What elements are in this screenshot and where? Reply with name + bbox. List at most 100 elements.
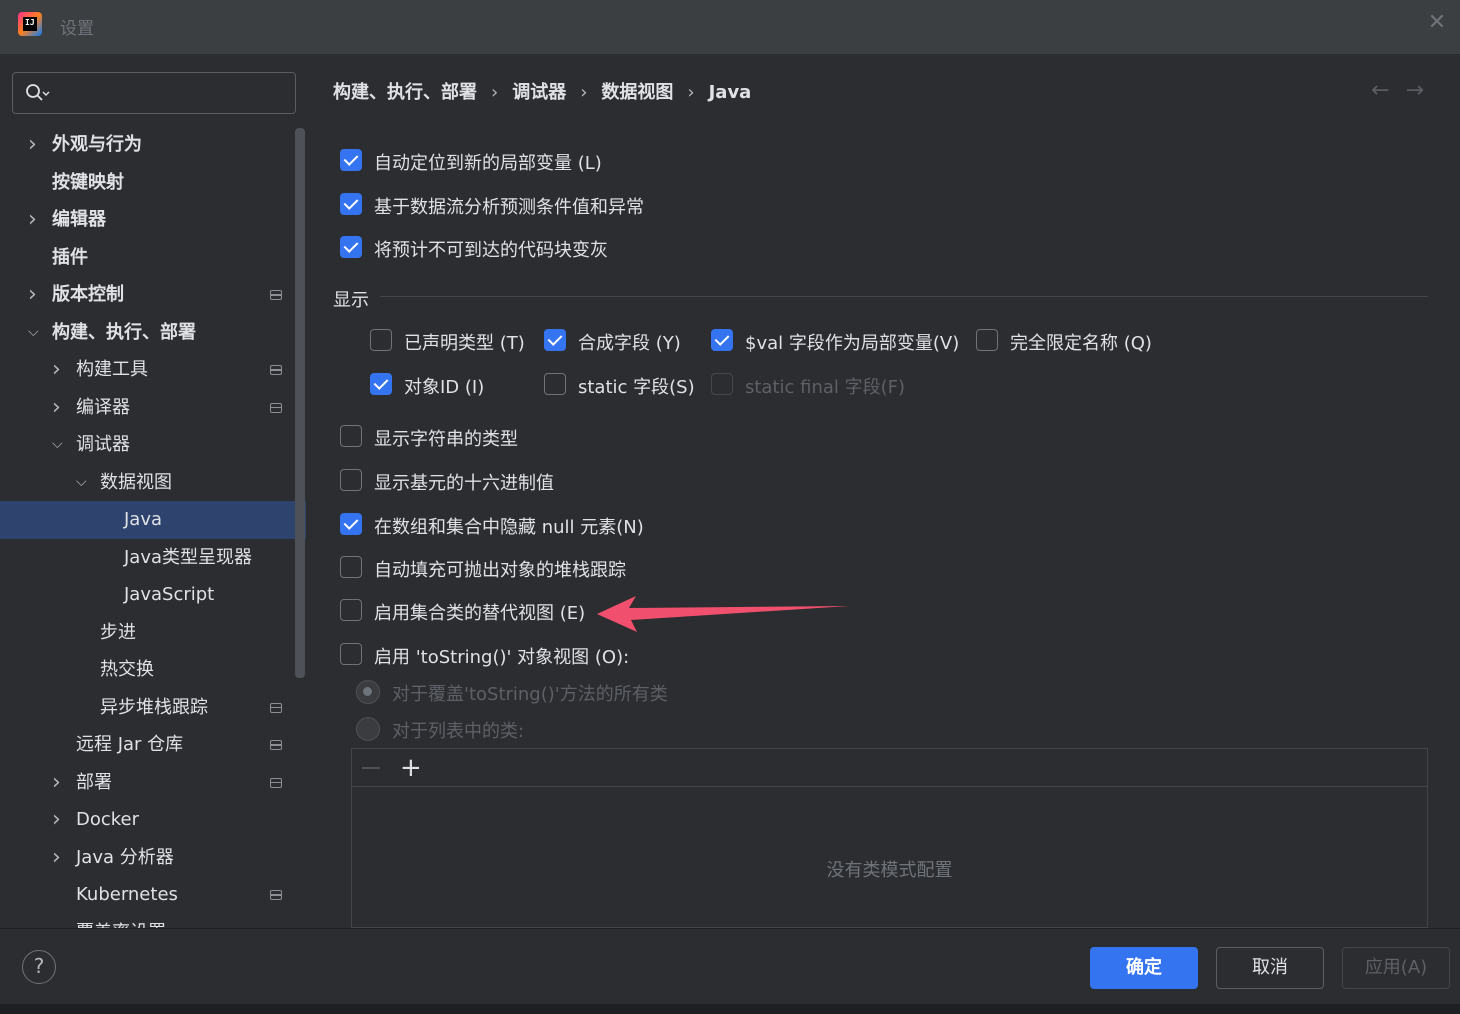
sidebar-item[interactable]: › 部署: [0, 764, 306, 802]
sidebar-item[interactable]: 异步堆栈跟踪: [0, 689, 306, 727]
settings-tree: › 外观与行为 按键映射 › 编辑器 插件 › 版本控制 ⌵ 构建、执行、部署 › 构建工具 › 编译器 ⌵…: [0, 126, 306, 928]
project-level-icon: [270, 290, 282, 300]
chevron-right-icon[interactable]: ›: [52, 351, 66, 389]
breadcrumb-item[interactable]: 调试器: [512, 82, 566, 103]
checkbox-static-fields[interactable]: [544, 373, 566, 395]
breadcrumb-separator: ›: [687, 82, 695, 103]
chevron-right-icon[interactable]: ›: [28, 126, 42, 164]
cancel-button[interactable]: 取消: [1216, 947, 1324, 989]
sidebar-item[interactable]: › 外观与行为: [0, 126, 306, 164]
checkbox-gray-unreachable[interactable]: [340, 236, 362, 258]
sidebar-item-label: 数据视图: [100, 471, 172, 493]
chevron-right-icon[interactable]: ›: [52, 801, 66, 839]
sidebar-item-label: JavaScript: [124, 584, 215, 605]
checkbox-string-type[interactable]: [340, 425, 362, 447]
checkbox-auto-locate[interactable]: [340, 149, 362, 171]
sidebar-scrollbar[interactable]: [295, 128, 305, 678]
sidebar-item-label: 按键映射: [52, 171, 124, 193]
checkbox-hide-null[interactable]: [340, 513, 362, 535]
label-listed-classes: 对于列表中的类:: [392, 721, 525, 742]
forward-arrow-icon[interactable]: →: [1406, 78, 1440, 103]
sidebar-item-label: 构建工具: [76, 359, 148, 380]
label-alt-collection-view: 启用集合类的替代视图 (E): [374, 603, 586, 624]
sidebar-item[interactable]: Kubernetes: [0, 876, 306, 914]
sidebar-item[interactable]: › 编译器: [0, 389, 306, 427]
checkbox-alt-collection-view[interactable]: [340, 599, 362, 621]
sidebar-item[interactable]: 覆盖率设置: [0, 914, 306, 929]
project-level-icon: [270, 402, 282, 413]
sidebar-item[interactable]: ⌵ 构建、执行、部署: [0, 314, 306, 352]
radio-listed-classes: [356, 717, 380, 741]
sidebar-item-label: 编译器: [76, 396, 130, 418]
sidebar-item-label: 步进: [100, 621, 136, 643]
sidebar-item[interactable]: › 构建工具: [0, 351, 306, 389]
settings-content: 构建、执行、部署 › 调试器 › 数据视图 › Java ←→ 自动定位到新的局部变量 (L…: [306, 54, 1460, 928]
sidebar-item[interactable]: › 编辑器: [0, 201, 306, 239]
bottom-strip: [0, 1004, 1460, 1014]
class-pattern-list: + 没有类模式配置: [351, 748, 1428, 928]
sidebar-item-label: 异步堆栈跟踪: [100, 696, 208, 718]
label-static-fields: static 字段(S): [578, 377, 695, 398]
apply-button: 应用(A): [1342, 947, 1450, 989]
label-gray-unreachable: 将预计不可到达的代码块变灰: [374, 240, 608, 261]
add-icon[interactable]: +: [400, 755, 422, 781]
label-all-tostring-classes: 对于覆盖'toString()'方法的所有类: [392, 684, 668, 705]
label-hex-values: 显示基元的十六进制值: [374, 473, 554, 494]
ok-button[interactable]: 确定: [1090, 947, 1198, 989]
sidebar-item[interactable]: › Java 分析器: [0, 839, 306, 877]
sidebar-item[interactable]: Java: [0, 501, 306, 539]
chevron-right-icon[interactable]: ›: [52, 389, 66, 427]
sidebar-item[interactable]: 热交换: [0, 651, 306, 689]
breadcrumb-separator: ›: [491, 82, 499, 103]
sidebar-item-label: 远程 Jar 仓库: [76, 734, 184, 755]
chevron-right-icon[interactable]: ›: [52, 839, 66, 877]
sidebar-item[interactable]: ⌵ 调试器: [0, 426, 306, 464]
sidebar-item[interactable]: 步进: [0, 614, 306, 652]
sidebar-item-label: Docker: [76, 809, 140, 830]
sidebar-item-label: 外观与行为: [52, 134, 142, 155]
checkbox-dataflow-predict[interactable]: [340, 193, 362, 215]
checkbox-object-id[interactable]: [370, 373, 392, 395]
sidebar-item[interactable]: › Docker: [0, 801, 306, 839]
sidebar-item-label: Java类型呈现器: [124, 546, 253, 568]
chevron-right-icon[interactable]: ›: [28, 276, 42, 314]
breadcrumb-item[interactable]: Java: [709, 82, 752, 103]
sidebar-item-label: 编辑器: [52, 209, 106, 230]
list-toolbar: +: [352, 749, 1427, 787]
dialog-footer: ? 确定 取消 应用(A): [0, 928, 1460, 1014]
chevron-down-icon[interactable]: ⌵: [76, 464, 90, 502]
help-icon[interactable]: ?: [22, 950, 56, 984]
checkbox-declared-type[interactable]: [370, 329, 392, 351]
search-input[interactable]: [12, 72, 296, 114]
close-icon[interactable]: ✕: [1426, 12, 1448, 34]
sidebar-item[interactable]: › 版本控制: [0, 276, 306, 314]
checkbox-synthetic-fields[interactable]: [544, 329, 566, 351]
sidebar-item[interactable]: Java类型呈现器: [0, 539, 306, 577]
chevron-right-icon[interactable]: ›: [28, 201, 42, 239]
breadcrumb-item[interactable]: 构建、执行、部署: [333, 82, 477, 103]
chevron-right-icon[interactable]: ›: [52, 764, 66, 802]
chevron-down-icon[interactable]: ⌵: [52, 426, 66, 464]
radio-all-tostring-classes: [356, 680, 380, 704]
back-arrow-icon[interactable]: ←: [1371, 78, 1405, 103]
sidebar-item[interactable]: 插件: [0, 239, 306, 277]
label-fq-names: 完全限定名称 (Q): [1010, 333, 1152, 354]
checkbox-tostring-view[interactable]: [340, 643, 362, 665]
sidebar-item[interactable]: JavaScript: [0, 576, 306, 614]
label-hide-null: 在数组和集合中隐藏 null 元素(N): [374, 517, 644, 538]
checkbox-fill-stacktrace[interactable]: [340, 556, 362, 578]
breadcrumb-item[interactable]: 数据视图: [601, 82, 673, 103]
sidebar-item-label: Kubernetes: [76, 884, 178, 905]
checkbox-fq-names[interactable]: [976, 329, 998, 351]
sidebar-item-label: 部署: [76, 771, 112, 793]
chevron-down-icon[interactable]: ⌵: [28, 314, 42, 352]
checkbox-hex-values[interactable]: [340, 469, 362, 491]
sidebar-item-label: 插件: [52, 246, 88, 268]
sidebar-item[interactable]: ⌵ 数据视图: [0, 464, 306, 502]
sidebar-item[interactable]: 远程 Jar 仓库: [0, 726, 306, 764]
breadcrumb-separator: ›: [580, 82, 588, 103]
checkbox-val-fields[interactable]: [711, 329, 733, 351]
sidebar-item[interactable]: 按键映射: [0, 164, 306, 202]
checkbox-static-final-fields: [711, 373, 733, 395]
list-empty-text: 没有类模式配置: [826, 860, 953, 881]
